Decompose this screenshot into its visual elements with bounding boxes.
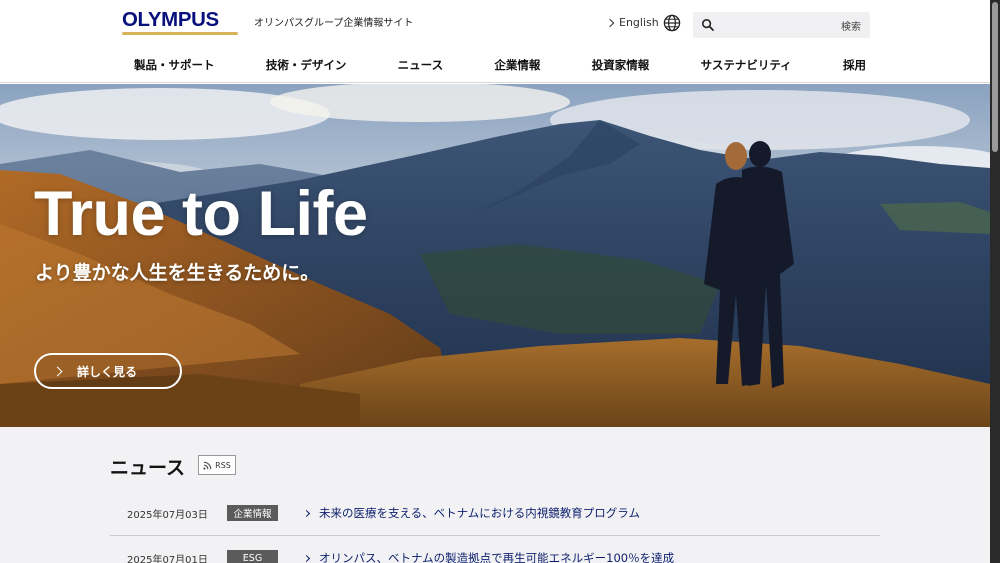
nav-item-careers[interactable]: 採用	[843, 57, 866, 75]
english-link[interactable]: English	[605, 16, 659, 29]
chevron-right-icon	[302, 509, 311, 517]
hero-banner: True to Life より豊かな人生を生きるために。 詳しく見る	[0, 84, 990, 427]
search-box: 検索	[693, 12, 870, 38]
english-link-label: English	[619, 16, 659, 29]
chevron-right-icon	[605, 18, 615, 27]
news-date: 2025年07月01日	[127, 554, 208, 563]
site-header: OLYMPUS オリンパスグループ企業情報サイト English 検索 製品・サ…	[0, 0, 990, 83]
news-category-badge: ESG	[227, 550, 278, 563]
page-scrollbar[interactable]	[990, 0, 1000, 563]
nav-item-news[interactable]: ニュース	[398, 57, 443, 75]
news-category-badge: 企業情報	[227, 505, 278, 521]
nav-item-products[interactable]: 製品・サポート	[134, 57, 215, 75]
globe-icon[interactable]	[663, 14, 681, 32]
nav-item-sustainability[interactable]: サステナビリティ	[701, 57, 792, 75]
news-headline-link[interactable]: オリンパス、ベトナムの製造拠点で再生可能エネルギー100％を達成	[302, 550, 675, 563]
chevron-right-icon	[302, 554, 311, 562]
logo-underline	[122, 32, 238, 35]
rss-label: RSS	[215, 460, 231, 470]
learn-more-button[interactable]: 詳しく見る	[34, 353, 182, 389]
news-heading: ニュース	[110, 457, 186, 479]
chevron-right-icon	[52, 366, 63, 376]
news-headline: オリンパス、ベトナムの製造拠点で再生可能エネルギー100％を達成	[319, 551, 675, 563]
search-input[interactable]	[721, 15, 821, 35]
learn-more-label: 詳しく見る	[77, 364, 138, 379]
news-headline-link[interactable]: 未来の医療を支える、ベトナムにおける内視鏡教育プログラム	[302, 505, 640, 521]
news-item: 2025年07月03日 企業情報 未来の医療を支える、ベトナムにおける内視鏡教育…	[110, 491, 880, 535]
news-item: 2025年07月01日 ESG オリンパス、ベトナムの製造拠点で再生可能エネルギ…	[110, 536, 880, 563]
nav-item-company[interactable]: 企業情報	[494, 57, 540, 75]
rss-button[interactable]: RSS	[198, 455, 236, 475]
nav-item-technology[interactable]: 技術・デザイン	[266, 57, 347, 75]
main-nav: 製品・サポート 技術・デザイン ニュース 企業情報 投資家情報 サステナビリティ…	[110, 57, 890, 75]
search-button[interactable]: 検索	[841, 18, 861, 33]
hero-title: True to Life	[34, 179, 368, 249]
news-headline: 未来の医療を支える、ベトナムにおける内視鏡教育プログラム	[319, 506, 640, 520]
hero-subtitle: より豊かな人生を生きるために。	[35, 262, 320, 284]
news-section: ニュース RSS 2025年07月03日 企業情報 未来の医療を支える、ベトナム…	[0, 427, 990, 563]
news-date: 2025年07月03日	[127, 509, 208, 521]
olympus-logo[interactable]: OLYMPUS	[122, 10, 238, 36]
rss-icon	[203, 461, 212, 470]
search-icon	[701, 18, 714, 31]
scrollbar-thumb[interactable]	[992, 2, 998, 152]
site-name: オリンパスグループ企業情報サイト	[254, 18, 414, 29]
nav-item-investors[interactable]: 投資家情報	[592, 57, 650, 75]
logo-text: OLYMPUS	[122, 9, 219, 31]
